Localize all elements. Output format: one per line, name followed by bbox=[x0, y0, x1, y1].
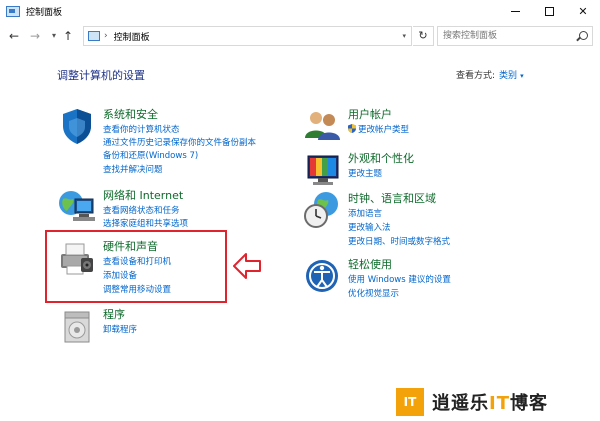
forward-button[interactable]: → bbox=[28, 28, 42, 44]
link-backup-restore[interactable]: 备份和还原(Windows 7) bbox=[103, 149, 198, 161]
users-icon[interactable] bbox=[302, 106, 342, 146]
category-title[interactable]: 轻松使用 bbox=[348, 256, 392, 272]
link-view-computer-status[interactable]: 查看你的计算机状态 bbox=[103, 123, 180, 135]
category-title[interactable]: 程序 bbox=[103, 306, 125, 322]
page-title: 调整计算机的设置 bbox=[57, 69, 145, 82]
minimize-icon bbox=[510, 10, 520, 12]
category-title[interactable]: 外观和个性化 bbox=[348, 150, 414, 166]
link-file-history-backup[interactable]: 通过文件历史记录保存你的文件备份副本 bbox=[103, 136, 256, 148]
link-troubleshoot[interactable]: 查找并解决问题 bbox=[103, 163, 163, 175]
category-title[interactable]: 时钟、语言和区域 bbox=[348, 190, 436, 206]
category-title[interactable]: 系统和安全 bbox=[103, 106, 158, 122]
up-button[interactable]: ↑ bbox=[61, 28, 75, 44]
watermark: IT 逍遥乐IT博客 bbox=[396, 388, 548, 416]
search-input[interactable]: 搜索控制面板 bbox=[437, 26, 593, 46]
category-title[interactable]: 网络和 Internet bbox=[103, 187, 183, 203]
arrow-left-icon bbox=[233, 253, 261, 279]
link-recommended-settings[interactable]: 使用 Windows 建议的设置 bbox=[348, 273, 451, 285]
watermark-text: 逍遥乐IT博客 bbox=[432, 393, 548, 414]
maximize-icon bbox=[544, 6, 554, 16]
search-placeholder: 搜索控制面板 bbox=[443, 31, 498, 41]
clock-globe-icon[interactable] bbox=[302, 190, 342, 230]
control-panel-icon bbox=[88, 31, 100, 41]
recent-locations-button[interactable]: ▾ bbox=[47, 28, 61, 44]
globe-network-icon[interactable] bbox=[57, 187, 97, 227]
link-network-status[interactable]: 查看网络状态和任务 bbox=[103, 204, 180, 216]
back-button[interactable]: ← bbox=[7, 28, 21, 44]
close-button[interactable]: ✕ bbox=[566, 0, 600, 22]
link-add-language[interactable]: 添加语言 bbox=[348, 207, 382, 219]
category-title[interactable]: 用户帐户 bbox=[348, 106, 392, 122]
link-change-input-method[interactable]: 更改输入法 bbox=[348, 221, 391, 233]
watermark-logo: IT bbox=[396, 388, 424, 416]
maximize-button[interactable] bbox=[532, 0, 566, 22]
breadcrumb-separator: › bbox=[104, 31, 108, 41]
breadcrumb-control-panel[interactable]: 控制面板 bbox=[114, 30, 150, 43]
link-change-date-time-format[interactable]: 更改日期、时间或数字格式 bbox=[348, 235, 450, 247]
address-row: ← → ▾ ↑ › 控制面板 ▾ ↻ 搜索控制面板 bbox=[0, 24, 600, 48]
minimize-button[interactable] bbox=[498, 0, 532, 22]
appearance-icon[interactable] bbox=[302, 150, 342, 190]
refresh-button[interactable]: ↻ bbox=[413, 26, 434, 46]
uac-shield-icon bbox=[348, 124, 356, 133]
chevron-down-icon[interactable]: ▾ bbox=[520, 72, 524, 80]
address-dropdown-icon[interactable]: ▾ bbox=[402, 32, 406, 40]
link-change-account-type[interactable]: 更改帐户类型 bbox=[348, 123, 409, 135]
programs-icon[interactable] bbox=[57, 306, 97, 346]
link-change-theme[interactable]: 更改主题 bbox=[348, 167, 382, 179]
shield-icon[interactable] bbox=[57, 106, 97, 146]
link-uninstall-program[interactable]: 卸载程序 bbox=[103, 323, 137, 335]
close-icon: ✕ bbox=[578, 4, 588, 18]
highlight-box bbox=[45, 230, 227, 303]
link-homegroup-sharing[interactable]: 选择家庭组和共享选项 bbox=[103, 217, 188, 229]
view-by-dropdown[interactable]: 类别 bbox=[499, 71, 517, 81]
link-optimize-visual-display[interactable]: 优化视觉显示 bbox=[348, 287, 399, 299]
window-title: 控制面板 bbox=[26, 7, 63, 18]
control-panel-icon bbox=[6, 5, 20, 17]
view-by: 查看方式: 类别 ▾ bbox=[456, 68, 524, 81]
view-by-label: 查看方式: bbox=[456, 71, 496, 81]
ease-of-access-icon[interactable] bbox=[302, 256, 342, 296]
address-bar[interactable]: › 控制面板 ▾ bbox=[83, 26, 412, 46]
search-icon[interactable] bbox=[579, 31, 588, 40]
link-label: 更改帐户类型 bbox=[358, 125, 410, 135]
